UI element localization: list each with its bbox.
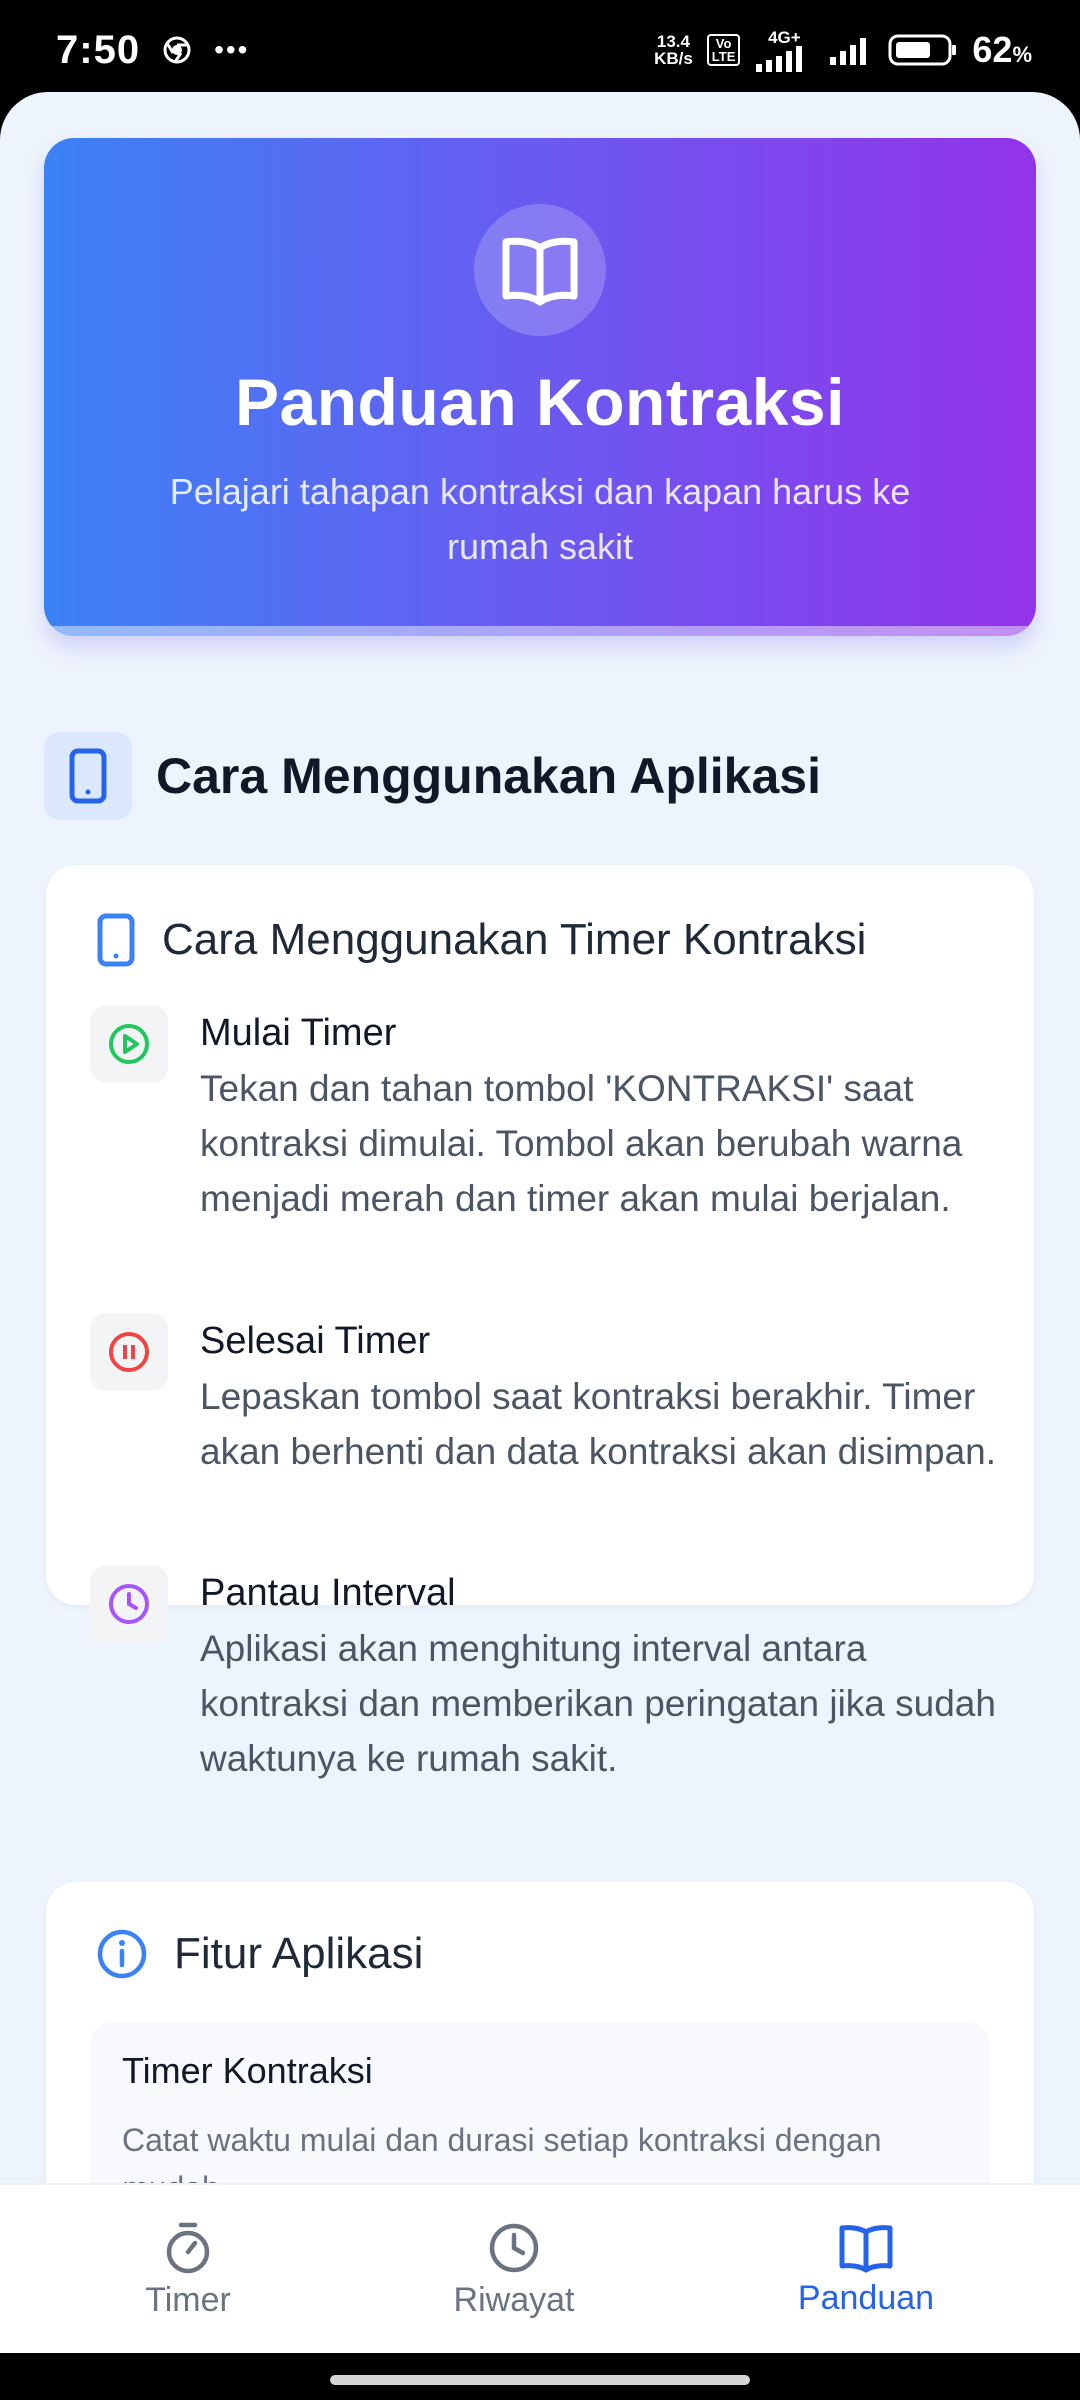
features-card-header: Fitur Aplikasi [96,1928,423,1980]
smartphone-icon [44,732,132,820]
network-speed: 13.4 KB/s [654,33,693,67]
nav-item-riwayat[interactable]: Riwayat [364,2185,664,2355]
section-header-usage: Cara Menggunakan Aplikasi [44,732,821,820]
battery-icon [888,34,957,66]
info-icon [97,1929,147,1979]
section-title: Cara Menggunakan Aplikasi [156,748,821,804]
more-notifications-icon: ••• [214,34,250,65]
status-left: 7:50 ••• [56,28,249,73]
nav-label: Timer [145,2280,231,2319]
nav-label: Riwayat [453,2280,575,2319]
smartphone-icon [97,913,135,967]
stopwatch-icon [166,2222,210,2273]
hero-banner: Panduan Kontraksi Pelajari tahapan kontr… [44,138,1036,636]
step-description: Lepaskan tombol saat kontraksi berakhir.… [200,1376,997,1472]
step-description: Aplikasi akan menghitung interval antara… [200,1628,996,1779]
net-speed-unit: KB/s [654,49,693,68]
usage-card-header: Cara Menggunakan Timer Kontraksi [96,913,866,967]
signal-bars-icon [830,38,867,65]
battery-percent-unit: % [1012,42,1032,67]
battery-percent-value: 62 [972,29,1013,70]
bottom-navigation: Timer Riwayat Panduan [0,2183,1080,2353]
nav-item-timer[interactable]: Timer [38,2185,338,2355]
step-text: Pantau Interval Aplikasi akan menghitung… [200,1565,1000,1786]
nav-label: Panduan [797,2278,935,2317]
step-title: Pantau Interval [200,1572,456,1614]
pause-circle-icon [90,1313,168,1391]
feature-title: Timer Kontraksi [122,2050,373,2091]
step-text: Mulai Timer Tekan dan tahan tombol 'KONT… [200,1005,1000,1226]
status-bar: 7:50 ••• 13.4 KB/s Vo LTE 4G+ 62% [0,0,1080,100]
clock-icon [90,1565,168,1643]
hero-icon-circle [474,204,606,336]
book-open-icon [839,2224,893,2272]
nav-item-panduan[interactable]: Panduan [716,2185,1016,2355]
clock-icon [489,2223,539,2272]
volte-bottom: LTE [711,49,736,64]
play-circle-icon [90,1005,168,1083]
features-card-title: Fitur Aplikasi [174,1929,424,1978]
battery-percent: 62% [972,29,1032,71]
status-right: 13.4 KB/s Vo LTE 4G+ 62% [654,29,1032,72]
volte-badge: Vo LTE [706,34,741,66]
step-title: Mulai Timer [200,1012,397,1054]
app-screen: Panduan Kontraksi Pelajari tahapan kontr… [0,92,1080,2350]
home-gesture-bar[interactable] [330,2375,750,2385]
step-title: Selesai Timer [200,1320,431,1362]
usage-card: Cara Menggunakan Timer Kontraksi Mulai T… [46,865,1034,1779]
step-description: Tekan dan tahan tombol 'KONTRAKSI' saat … [200,1068,963,1219]
status-time: 7:50 [56,27,141,72]
signal-4g: 4G+ [754,29,814,72]
step-text: Selesai Timer Lepaskan tombol saat kontr… [200,1313,1000,1479]
chrome-icon [162,35,192,65]
gesture-area [0,2353,1080,2400]
hero-subtitle: Pelajari tahapan kontraksi dan kapan har… [169,471,911,567]
book-open-icon [502,237,578,306]
network-type: 4G+ [768,27,801,47]
net-speed-value: 13.4 [656,32,690,51]
usage-card-title: Cara Menggunakan Timer Kontraksi [162,915,867,964]
hero-title: Panduan Kontraksi [235,365,845,439]
signal-bars-icon [756,45,803,72]
